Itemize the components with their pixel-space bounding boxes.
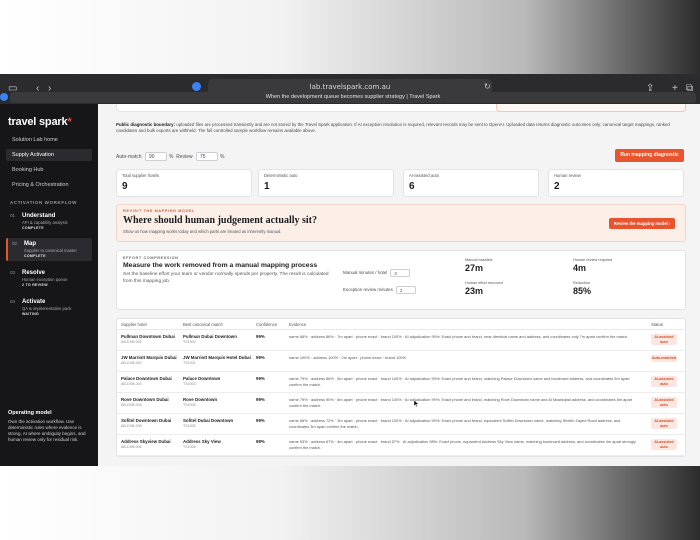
- effort-compression-panel: EFFORT COMPRESSION Measure the work remo…: [116, 250, 686, 310]
- auto-match-input[interactable]: 90: [144, 152, 167, 161]
- chevron-right-icon: ›: [668, 221, 671, 226]
- exception-minutes-input[interactable]: 2: [396, 286, 417, 294]
- sidebar-item-pricing-orchestration[interactable]: Pricing & Orchestration: [6, 179, 92, 191]
- status-badge: AI-assisted auto: [651, 376, 677, 387]
- table-row[interactable]: Sofitel Downtown Dubai AB-DXB-005 Sofitel…: [117, 414, 685, 435]
- run-mapping-diagnostic-button[interactable]: Run mapping diagnostic: [615, 149, 684, 162]
- status-badge: AI-assisted auto: [651, 439, 677, 450]
- manual-minutes-field: Manual minutes / hotel 3: [343, 269, 411, 277]
- table-row[interactable]: Palace Downtown Dubai AB-DXB-003 Palace D…: [117, 372, 685, 393]
- table-row[interactable]: Rove Downtown Dubai AB-DXB-004 Rove Downt…: [117, 393, 685, 414]
- table-row[interactable]: Pullman Downtown Dubai AB-DXB-001 Pullman…: [117, 330, 685, 351]
- browser-toolbar: ▭ ‹ › lab.travelspark.com.au ↻ ⇪ + ⧉ Whe…: [0, 74, 700, 104]
- status-badge: AI-assisted auto: [651, 418, 677, 429]
- review-mapping-model-button[interactable]: Review the mapping model ›: [609, 218, 675, 229]
- status-badge: Auto-matched: [651, 355, 677, 362]
- workflow-step-understand[interactable]: 01 Understand API & capability analysis …: [6, 210, 92, 233]
- section-title-activation-workflow: ACTIVATION WORKFLOW: [10, 200, 77, 205]
- brand-logo[interactable]: travel spark*: [8, 116, 72, 128]
- table-row[interactable]: JW Marriott Marquis Dubai AB-DXB-002 JW M…: [117, 351, 685, 372]
- status-badge: AI-assisted auto: [651, 334, 677, 345]
- kpi-manual-baseline: Manual baseline 27m: [465, 258, 493, 273]
- review-threshold-input[interactable]: 75: [196, 152, 218, 161]
- revisit-mapping-model-banner: REVISIT THE MAPPING MODEL Where should h…: [116, 204, 686, 242]
- browser-window: ▭ ‹ › lab.travelspark.com.au ↻ ⇪ + ⧉ Whe…: [0, 74, 700, 466]
- status-badge: AI-assisted auto: [651, 397, 677, 408]
- stat-total-supplier-hotels: Total supplier hotels 9: [116, 169, 252, 197]
- sidebar-item-supply-activation[interactable]: Supply Activation: [6, 149, 92, 161]
- workflow-step-resolve[interactable]: 03 Resolve Human exception queue 2 TO RE…: [6, 267, 92, 290]
- threshold-controls: Auto-match 90% Review 75%: [116, 152, 225, 161]
- sidebar: travel spark* Solution Lab home Supply A…: [0, 104, 98, 466]
- table-row[interactable]: Address Skyview Dubai AB-DXB-006 Address …: [117, 435, 685, 456]
- tab-bar: When the development queue becomes suppl…: [0, 92, 700, 104]
- operating-model-note: Operating model Own the activation workf…: [8, 410, 86, 442]
- table-header: Supplier hotel Best canonical match Conf…: [117, 319, 685, 330]
- kpi-reduction: Reduction 85%: [573, 281, 592, 296]
- tab-favicon-icon: [0, 93, 8, 101]
- diagnostic-boundary-note: Public diagnostic boundary: uploaded fil…: [116, 122, 670, 133]
- mapping-results-table: Supplier hotel Best canonical match Conf…: [116, 318, 686, 457]
- stat-deterministic-auto: Deterministic auto 1: [258, 169, 394, 197]
- workflow-step-activate[interactable]: 04 Activate QA & implementation pack WAI…: [6, 296, 92, 319]
- mouse-cursor-icon: [414, 400, 419, 407]
- workflow-step-map[interactable]: 02 Map Supplier to canonical master COMP…: [6, 238, 92, 261]
- exception-minutes-field: Exception review minutes 2: [343, 286, 417, 294]
- main-content: Public diagnostic boundary: uploaded fil…: [98, 104, 700, 466]
- site-favicon-icon: [192, 82, 201, 91]
- kpi-human-review-required: Human review required 4m: [573, 258, 613, 273]
- sidebar-item-booking-hub[interactable]: Booking Hub: [6, 164, 92, 176]
- stat-human-review: Human review 2: [548, 169, 684, 197]
- manual-minutes-input[interactable]: 3: [390, 269, 411, 277]
- notice-panel-edge: [496, 104, 686, 112]
- tab-active[interactable]: When the development queue becomes suppl…: [10, 92, 696, 103]
- sidebar-item-solution-lab-home[interactable]: Solution Lab home: [6, 134, 92, 146]
- desktop-background-top: [0, 0, 700, 74]
- desktop-background-bottom: [0, 466, 700, 540]
- stat-ai-assisted-auto: AI-assisted auto 6: [403, 169, 539, 197]
- kpi-human-effort-removed: Human effort removed 23m: [465, 281, 503, 296]
